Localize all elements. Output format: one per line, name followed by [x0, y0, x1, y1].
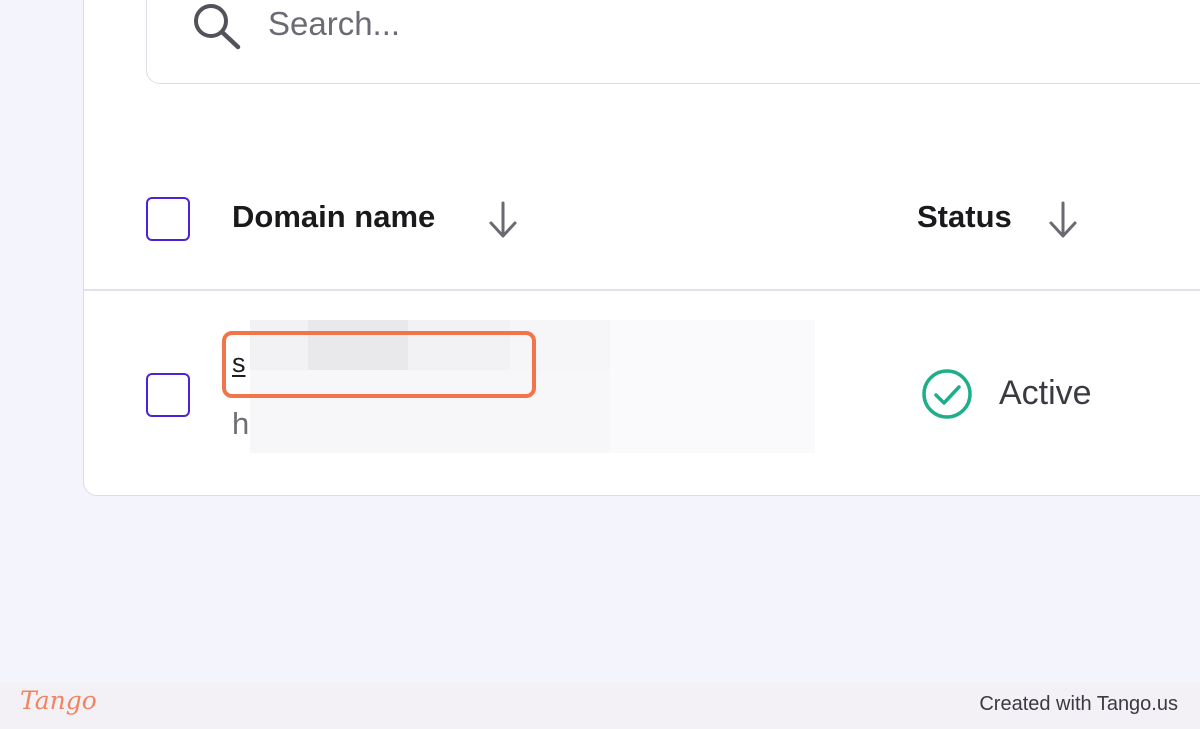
- search-icon: [194, 4, 241, 50]
- search-input[interactable]: [268, 2, 1168, 46]
- column-header-domain-name[interactable]: Domain name: [232, 199, 435, 235]
- step-highlight: [222, 331, 536, 398]
- table-divider: [84, 289, 1200, 291]
- arrow-down-icon[interactable]: [487, 199, 519, 241]
- tango-logo: Tango: [20, 686, 97, 715]
- select-all-checkbox[interactable]: [146, 197, 190, 241]
- arrow-down-icon[interactable]: [1047, 199, 1079, 241]
- footer-credit: Created with Tango.us: [979, 693, 1178, 715]
- column-header-status[interactable]: Status: [917, 199, 1012, 235]
- check-circle-icon: [922, 369, 972, 419]
- status-label: Active: [999, 374, 1092, 412]
- row-checkbox[interactable]: [146, 373, 190, 417]
- domain-subtext: h: [232, 406, 250, 441]
